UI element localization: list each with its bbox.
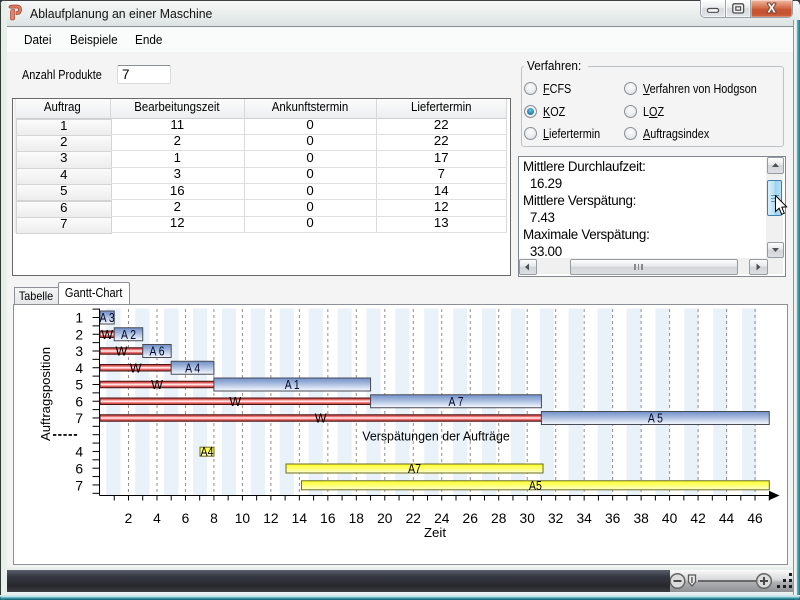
- svg-text:Verspätungen der Aufträge: Verspätungen der Aufträge: [362, 429, 510, 444]
- svg-text:24: 24: [434, 511, 450, 526]
- svg-text:7: 7: [75, 478, 83, 493]
- svg-text:W: W: [101, 328, 113, 342]
- svg-text:38: 38: [633, 511, 649, 526]
- svg-text:2: 2: [125, 511, 133, 526]
- svg-text:4: 4: [75, 361, 83, 376]
- svg-text:Auftragsposition: Auftragsposition: [38, 347, 53, 441]
- svg-text:10: 10: [235, 511, 251, 526]
- svg-text:W: W: [151, 378, 163, 392]
- svg-text:1: 1: [75, 311, 83, 326]
- svg-text:A 2: A 2: [121, 328, 136, 342]
- svg-text:12: 12: [263, 511, 278, 526]
- svg-text:5: 5: [75, 378, 83, 393]
- svg-text:W: W: [229, 395, 241, 409]
- svg-text:A 4: A 4: [185, 361, 200, 375]
- svg-text:6: 6: [182, 511, 190, 526]
- svg-text:A 6: A 6: [150, 345, 165, 359]
- svg-text:18: 18: [349, 511, 365, 526]
- svg-text:A4: A4: [201, 445, 214, 459]
- svg-text:6: 6: [75, 462, 83, 477]
- svg-text:30: 30: [520, 511, 536, 526]
- svg-text:28: 28: [491, 511, 507, 526]
- svg-text:32: 32: [548, 511, 563, 526]
- svg-text:A7: A7: [408, 462, 421, 476]
- svg-text:8: 8: [210, 511, 218, 526]
- svg-text:44: 44: [719, 511, 735, 526]
- svg-text:6: 6: [75, 394, 83, 409]
- svg-text:A 5: A 5: [648, 412, 663, 426]
- svg-text:W: W: [115, 345, 127, 359]
- svg-text:W: W: [315, 412, 327, 426]
- svg-text:A 7: A 7: [449, 395, 464, 409]
- svg-text:W: W: [130, 361, 142, 375]
- svg-text:2: 2: [75, 327, 83, 342]
- svg-text:14: 14: [292, 511, 308, 526]
- svg-text:A 3: A 3: [100, 311, 115, 325]
- svg-text:40: 40: [662, 511, 678, 526]
- svg-text:26: 26: [463, 511, 479, 526]
- svg-text:A 1: A 1: [285, 378, 300, 392]
- svg-text:36: 36: [605, 511, 621, 526]
- svg-text:4: 4: [75, 445, 83, 460]
- svg-text:16: 16: [320, 511, 336, 526]
- svg-text:20: 20: [377, 511, 393, 526]
- svg-text:7: 7: [75, 411, 83, 426]
- svg-text:34: 34: [576, 511, 592, 526]
- svg-text:3: 3: [75, 344, 83, 359]
- svg-text:A5: A5: [529, 479, 542, 493]
- svg-text:4: 4: [153, 511, 161, 526]
- svg-text:46: 46: [747, 511, 763, 526]
- svg-text:Zeit: Zeit: [424, 525, 446, 540]
- svg-text:42: 42: [690, 511, 705, 526]
- svg-text:22: 22: [406, 511, 421, 526]
